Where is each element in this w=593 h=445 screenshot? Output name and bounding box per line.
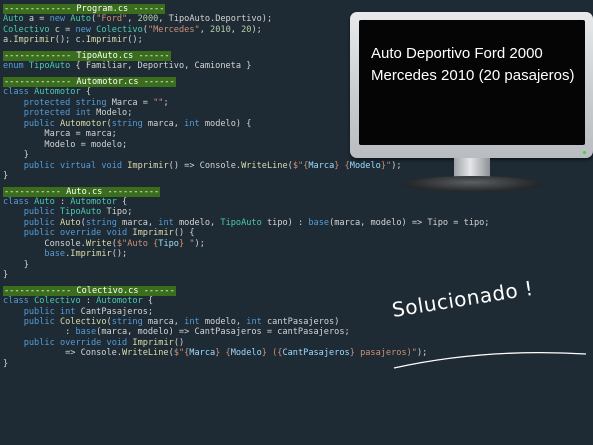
code-line: public Auto(string marca, int modelo, Ti… xyxy=(23,217,490,228)
monitor-illustration: Auto Deportivo Ford 2000 Mercedes 2010 (… xyxy=(350,12,593,197)
monitor-stand-base xyxy=(402,176,542,192)
power-led-icon xyxy=(583,151,586,154)
code-line: } xyxy=(3,270,9,281)
code-line: } xyxy=(3,259,29,270)
code-line: public override void Imprimir() { xyxy=(23,228,195,239)
code-line: public int CantPasajeros; xyxy=(23,306,154,317)
code-line: public TipoAuto Tipo; xyxy=(23,207,133,218)
monitor-bezel: Auto Deportivo Ford 2000 Mercedes 2010 (… xyxy=(350,12,593,158)
underline-swoosh xyxy=(393,351,587,369)
code-line: public Colectivo(string marca, int model… xyxy=(23,317,340,327)
output-line-1: Auto Deportivo Ford 2000 xyxy=(371,45,543,62)
output-line-2: Mercedes 2010 (20 pasajeros) xyxy=(371,67,575,84)
code-line: class Auto : Automotor { xyxy=(3,197,128,207)
console-output-screen: Auto Deportivo Ford 2000 Mercedes 2010 (… xyxy=(359,20,585,145)
code-line: Console.Write($"Auto {Tipo} "); xyxy=(44,238,205,249)
code-line: base.Imprimir(); xyxy=(44,249,128,260)
